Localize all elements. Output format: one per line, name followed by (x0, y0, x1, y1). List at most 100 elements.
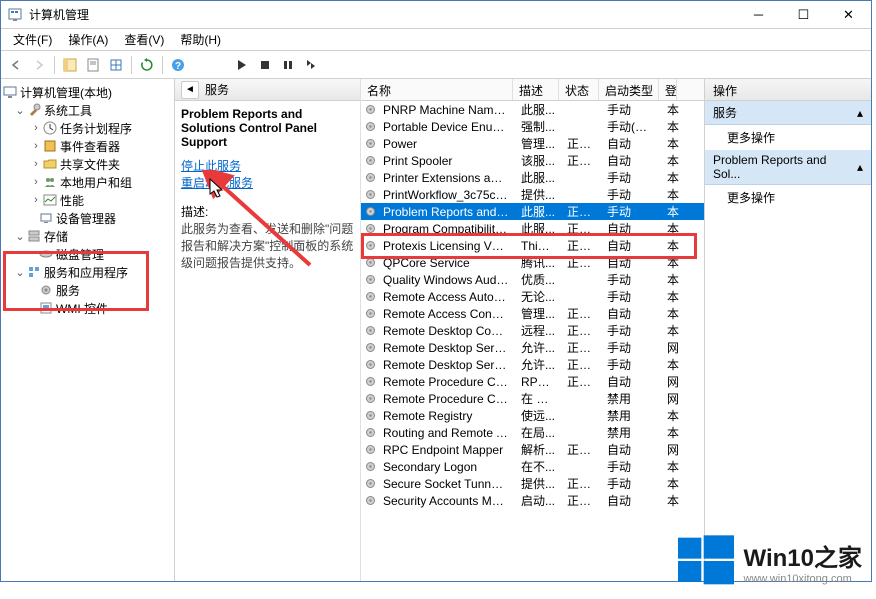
cell-desc: 管理... (515, 135, 561, 152)
cell-logon: 本 (661, 288, 679, 305)
service-row[interactable]: Remote Desktop Service...允许...正在...手动本 (361, 356, 704, 373)
back-button[interactable] (5, 54, 27, 76)
wmi-icon (39, 301, 53, 315)
gear-icon (363, 239, 377, 253)
cell-logon: 网 (661, 373, 679, 390)
properties-button[interactable] (82, 54, 104, 76)
service-row[interactable]: Problem Reports and Sol...此服...正在...手动本 (361, 203, 704, 220)
back-arrow-icon[interactable]: ◄ (181, 81, 199, 99)
cell-desc: 腾讯... (515, 254, 561, 271)
service-row[interactable]: Program Compatibility As...此服...正在...自动本 (361, 220, 704, 237)
menu-view[interactable]: 查看(V) (116, 29, 172, 50)
service-row[interactable]: PrintWorkflow_3c75c03d提供...手动本 (361, 186, 704, 203)
service-row[interactable]: Quality Windows Audio V...优质...手动本 (361, 271, 704, 288)
service-row[interactable]: Print Spooler该服...正在...自动本 (361, 152, 704, 169)
tree-systools[interactable]: ⌄系统工具 (3, 101, 172, 119)
service-row[interactable]: Security Accounts Manag...启动...正在...自动本 (361, 492, 704, 509)
cell-status: 正在... (561, 373, 601, 390)
tree-wmi[interactable]: WMI 控件 (3, 299, 172, 317)
service-row[interactable]: Remote Desktop Services允许...正在...手动网 (361, 339, 704, 356)
close-button[interactable]: ✕ (826, 1, 871, 29)
tree-devmgr[interactable]: 设备管理器 (3, 209, 172, 227)
cell-startup: 禁用 (601, 390, 661, 407)
tree-perf[interactable]: ›性能 (3, 191, 172, 209)
service-row[interactable]: QPCore Service腾讯...正在...自动本 (361, 254, 704, 271)
collapse-icon[interactable]: ⌄ (13, 266, 27, 279)
minimize-button[interactable]: ─ (736, 1, 781, 29)
tab-services[interactable]: 服务 (205, 81, 229, 98)
service-row[interactable]: Remote Access Connecti...管理...正在...自动本 (361, 305, 704, 322)
service-row[interactable]: Remote Access Auto Con...无论...手动本 (361, 288, 704, 305)
cell-desc: 优质... (515, 271, 561, 288)
collapse-icon[interactable]: ⌄ (13, 104, 27, 117)
actions-section-services[interactable]: 服务▴ (705, 101, 871, 125)
service-row[interactable]: Printer Extensions and N...此服...手动本 (361, 169, 704, 186)
cell-name: Remote Procedure Call (... (377, 375, 515, 389)
stop-button[interactable] (254, 54, 276, 76)
tree-apps[interactable]: ⌄服务和应用程序 (3, 263, 172, 281)
expand-icon[interactable]: › (29, 140, 43, 152)
list-body[interactable]: PNRP Machine Name Pu...此服...手动本Portable … (361, 101, 704, 581)
col-status[interactable]: 状态 (559, 79, 599, 100)
cell-name: Quality Windows Audio V... (377, 273, 515, 287)
play-button[interactable] (231, 54, 253, 76)
maximize-button[interactable]: ☐ (781, 1, 826, 29)
tree-task[interactable]: ›任务计划程序 (3, 119, 172, 137)
service-description-panel: ◄ 服务 Problem Reports and Solutions Contr… (175, 79, 361, 581)
service-row[interactable]: Portable Device Enumera...强制...手动(触发...本 (361, 118, 704, 135)
help-button[interactable]: ? (167, 54, 189, 76)
expand-icon[interactable]: › (29, 194, 43, 206)
users-icon (43, 175, 57, 189)
pause-button[interactable] (277, 54, 299, 76)
expand-icon[interactable]: › (29, 122, 43, 134)
tree-event[interactable]: ›事件查看器 (3, 137, 172, 155)
service-row[interactable]: Power管理...正在...自动本 (361, 135, 704, 152)
forward-button[interactable] (28, 54, 50, 76)
actions-more-1[interactable]: 更多操作 (705, 125, 871, 150)
service-row[interactable]: Remote Desktop Configu...远程...正在...手动本 (361, 322, 704, 339)
service-row[interactable]: Remote Registry使远...禁用本 (361, 407, 704, 424)
restart-service-link[interactable]: 重启动此服务 (181, 174, 354, 191)
actions-section-selected[interactable]: Problem Reports and Sol...▴ (705, 150, 871, 185)
refresh-button[interactable] (136, 54, 158, 76)
show-hide-tree-button[interactable] (59, 54, 81, 76)
cell-status: 正在... (561, 356, 601, 373)
tree-shared[interactable]: ›共享文件夹 (3, 155, 172, 173)
service-row[interactable]: Secure Socket Tunneling ...提供...正在...手动本 (361, 475, 704, 492)
gear-icon (363, 120, 377, 134)
export-button[interactable] (105, 54, 127, 76)
gear-icon (363, 137, 377, 151)
tree-users[interactable]: ›本地用户和组 (3, 173, 172, 191)
cell-name: Secure Socket Tunneling ... (377, 477, 515, 491)
tree-storage[interactable]: ⌄存储 (3, 227, 172, 245)
cell-startup: 自动 (601, 492, 661, 509)
service-row[interactable]: Protexis Licensing V2 x64This ...正在...自动… (361, 237, 704, 254)
collapse-icon[interactable]: ⌄ (13, 230, 27, 243)
cell-startup: 禁用 (601, 424, 661, 441)
tree-diskmgr[interactable]: 磁盘管理 (3, 245, 172, 263)
tree-services[interactable]: 服务 (3, 281, 172, 299)
actions-more-2[interactable]: 更多操作 (705, 185, 871, 210)
menu-help[interactable]: 帮助(H) (172, 29, 229, 50)
col-name[interactable]: 名称 (361, 79, 513, 100)
service-row[interactable]: Secondary Logon在不...手动本 (361, 458, 704, 475)
service-row[interactable]: Remote Procedure Call (...RPC...正在...自动网 (361, 373, 704, 390)
col-startup[interactable]: 启动类型 (599, 79, 659, 100)
service-row[interactable]: PNRP Machine Name Pu...此服...手动本 (361, 101, 704, 118)
cell-startup: 手动 (601, 288, 661, 305)
menu-action[interactable]: 操作(A) (60, 29, 116, 50)
stop-service-link[interactable]: 停止此服务 (181, 157, 354, 174)
service-row[interactable]: Routing and Remote Acc...在局...禁用本 (361, 424, 704, 441)
expand-icon[interactable]: › (29, 158, 43, 170)
restart-button[interactable] (300, 54, 322, 76)
cell-desc: 解析... (515, 441, 561, 458)
col-desc[interactable]: 描述 (513, 79, 559, 100)
cell-status: 正在... (561, 441, 601, 458)
service-row[interactable]: RPC Endpoint Mapper解析...正在...自动网 (361, 441, 704, 458)
cell-logon: 本 (661, 475, 679, 492)
expand-icon[interactable]: › (29, 176, 43, 188)
menu-file[interactable]: 文件(F) (5, 29, 60, 50)
tree-root[interactable]: 计算机管理(本地) (3, 83, 172, 101)
service-row[interactable]: Remote Procedure Call (...在 W...禁用网 (361, 390, 704, 407)
col-logon[interactable]: 登 (659, 79, 677, 100)
